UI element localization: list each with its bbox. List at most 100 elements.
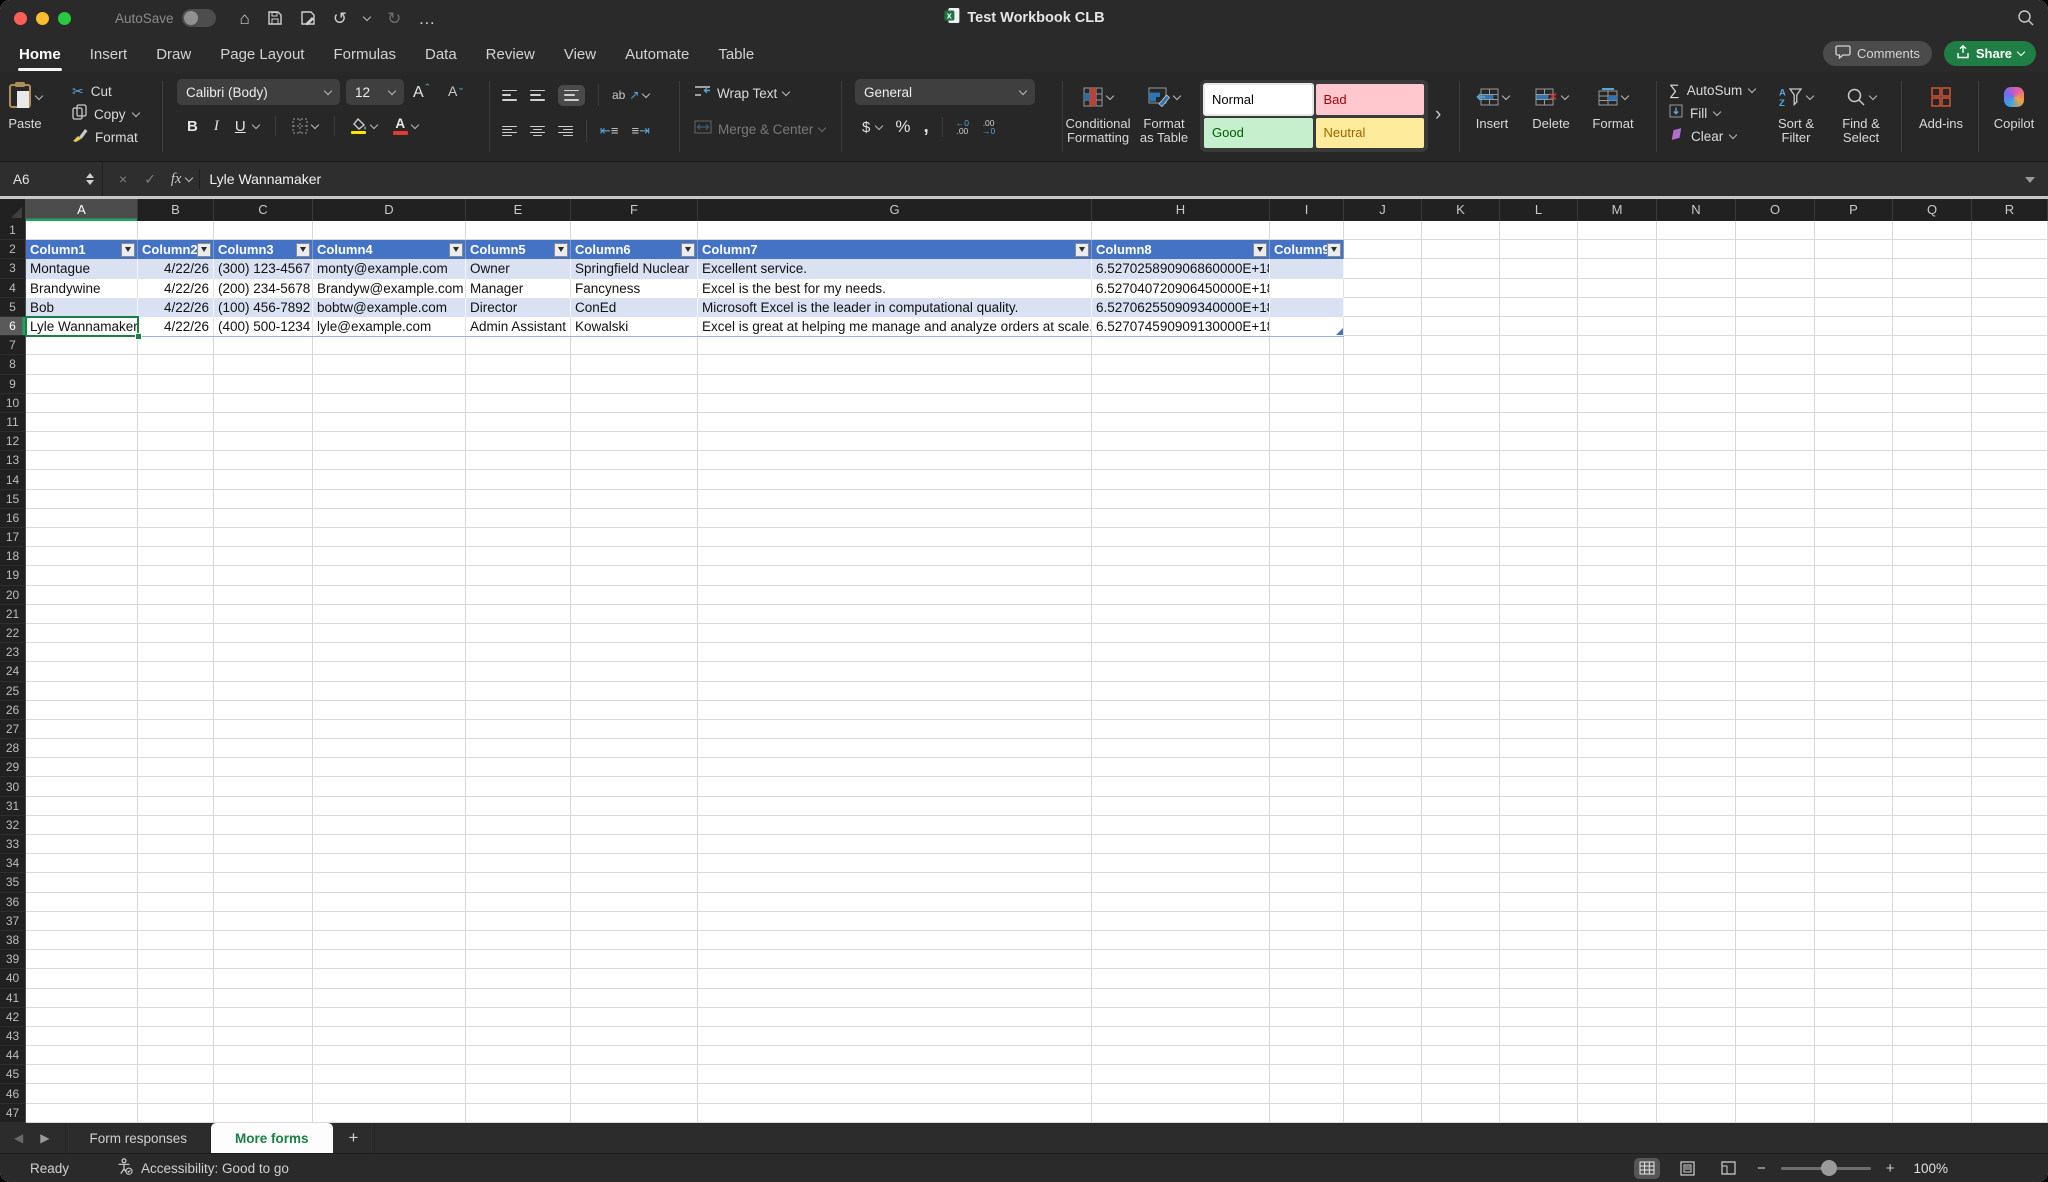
grid-cell[interactable] (1500, 624, 1578, 643)
grid-cell[interactable] (1270, 355, 1344, 374)
table-cell[interactable]: Microsoft Excel is the leader in computa… (698, 298, 1092, 317)
grid-cell[interactable] (1736, 758, 1815, 777)
borders-button[interactable] (292, 118, 318, 134)
grid-cell[interactable] (1500, 413, 1578, 432)
normal-view-button[interactable] (1634, 1158, 1660, 1179)
grid-cell[interactable] (26, 221, 138, 240)
grid-cell[interactable] (1972, 317, 2048, 336)
grid-cell[interactable] (1578, 893, 1657, 912)
grid-cell[interactable] (313, 662, 466, 681)
grid-cell[interactable] (1270, 643, 1344, 662)
grid-cell[interactable] (313, 394, 466, 413)
grid-cell[interactable] (1657, 1084, 1736, 1103)
share-button[interactable]: Share (1944, 41, 2036, 66)
grid-cell[interactable] (1657, 912, 1736, 931)
grid-cell[interactable] (1422, 912, 1500, 931)
grid-cell[interactable] (1578, 989, 1657, 1008)
grid-cell[interactable] (214, 451, 313, 470)
table-cell[interactable]: Director (466, 298, 571, 317)
grid-cell[interactable] (466, 413, 571, 432)
row-header-17[interactable]: 17 (0, 528, 26, 547)
grid-cell[interactable] (1578, 413, 1657, 432)
grid-cell[interactable] (214, 336, 313, 355)
grid-cell[interactable] (1422, 298, 1500, 317)
grid-cell[interactable] (1270, 1065, 1344, 1084)
grid-cell[interactable] (466, 1027, 571, 1046)
table-cell[interactable]: Montague (26, 259, 138, 278)
grid-cell[interactable] (1344, 854, 1422, 873)
grid-cell[interactable] (313, 777, 466, 796)
table-column-header[interactable]: Column6 (571, 240, 698, 259)
grid-cell[interactable] (698, 739, 1092, 758)
grid-cell[interactable] (698, 1065, 1092, 1084)
grid-cell[interactable] (1736, 490, 1815, 509)
grid-cell[interactable] (1657, 816, 1736, 835)
grid-cell[interactable] (26, 969, 138, 988)
grid-cell[interactable] (1344, 451, 1422, 470)
grid-cell[interactable] (1736, 835, 1815, 854)
grid-cell[interactable] (214, 1046, 313, 1065)
grid-cell[interactable] (214, 1027, 313, 1046)
table-cell[interactable]: 6.527040720906450000E+18 (1092, 279, 1270, 298)
grid-cell[interactable] (313, 605, 466, 624)
grid-cell[interactable] (1578, 1027, 1657, 1046)
grid-cell[interactable] (26, 432, 138, 451)
table-cell[interactable] (1270, 259, 1344, 278)
grid-cell[interactable] (138, 816, 214, 835)
grid-cell[interactable] (1344, 470, 1422, 489)
grid-cell[interactable] (466, 490, 571, 509)
grid-cell[interactable] (26, 643, 138, 662)
copilot-button[interactable]: Copilot (1989, 79, 2039, 131)
row-header-27[interactable]: 27 (0, 720, 26, 739)
grid-cell[interactable] (1657, 777, 1736, 796)
grid-cell[interactable] (1893, 375, 1972, 394)
grid-cell[interactable] (1422, 259, 1500, 278)
grid-cell[interactable] (1270, 758, 1344, 777)
grid-cell[interactable] (138, 797, 214, 816)
grid-cell[interactable] (1815, 509, 1893, 528)
grid-cell[interactable] (571, 470, 698, 489)
grid-cell[interactable] (1270, 662, 1344, 681)
grid-cell[interactable] (1422, 720, 1500, 739)
tab-table[interactable]: Table (717, 44, 755, 65)
grid-cell[interactable] (1893, 816, 1972, 835)
grid-cell[interactable] (1972, 528, 2048, 547)
row-header-6[interactable]: 6 (0, 317, 26, 336)
grid-cell[interactable] (698, 989, 1092, 1008)
row-header-37[interactable]: 37 (0, 912, 26, 931)
grid-cell[interactable] (571, 777, 698, 796)
grid-cell[interactable] (1578, 758, 1657, 777)
minimize-window-button[interactable] (36, 12, 49, 25)
row-header-3[interactable]: 3 (0, 259, 26, 278)
grid-cell[interactable] (1815, 797, 1893, 816)
grid-cell[interactable] (1815, 816, 1893, 835)
grid-cell[interactable] (571, 336, 698, 355)
row-header-47[interactable]: 47 (0, 1104, 26, 1123)
grid-cell[interactable] (466, 221, 571, 240)
align-middle-icon[interactable] (530, 90, 545, 101)
column-header-P[interactable]: P (1815, 199, 1893, 221)
table-cell[interactable]: (400) 500-1234 (214, 317, 313, 336)
grid-cell[interactable] (698, 1027, 1092, 1046)
grid-cell[interactable] (138, 221, 214, 240)
grid-cell[interactable] (313, 566, 466, 585)
grid-cell[interactable] (1815, 931, 1893, 950)
grid-cell[interactable] (313, 835, 466, 854)
grid-cell[interactable] (1344, 931, 1422, 950)
grid-cell[interactable] (1500, 298, 1578, 317)
grid-cell[interactable] (698, 931, 1092, 950)
grid-cell[interactable] (1893, 298, 1972, 317)
sheet-nav-back-icon[interactable]: ◀ (14, 1131, 23, 1145)
grid-cell[interactable] (466, 586, 571, 605)
grid-cell[interactable] (214, 509, 313, 528)
grid-cell[interactable] (1344, 1046, 1422, 1065)
grid-cell[interactable] (1270, 490, 1344, 509)
grid-cell[interactable] (26, 605, 138, 624)
grid-cell[interactable] (313, 758, 466, 777)
grid-cell[interactable] (1657, 221, 1736, 240)
filter-dropdown-button[interactable] (121, 243, 135, 257)
grid-cell[interactable] (1422, 566, 1500, 585)
grid-cell[interactable] (571, 394, 698, 413)
grid-cell[interactable] (1736, 969, 1815, 988)
grid-cell[interactable] (571, 989, 698, 1008)
